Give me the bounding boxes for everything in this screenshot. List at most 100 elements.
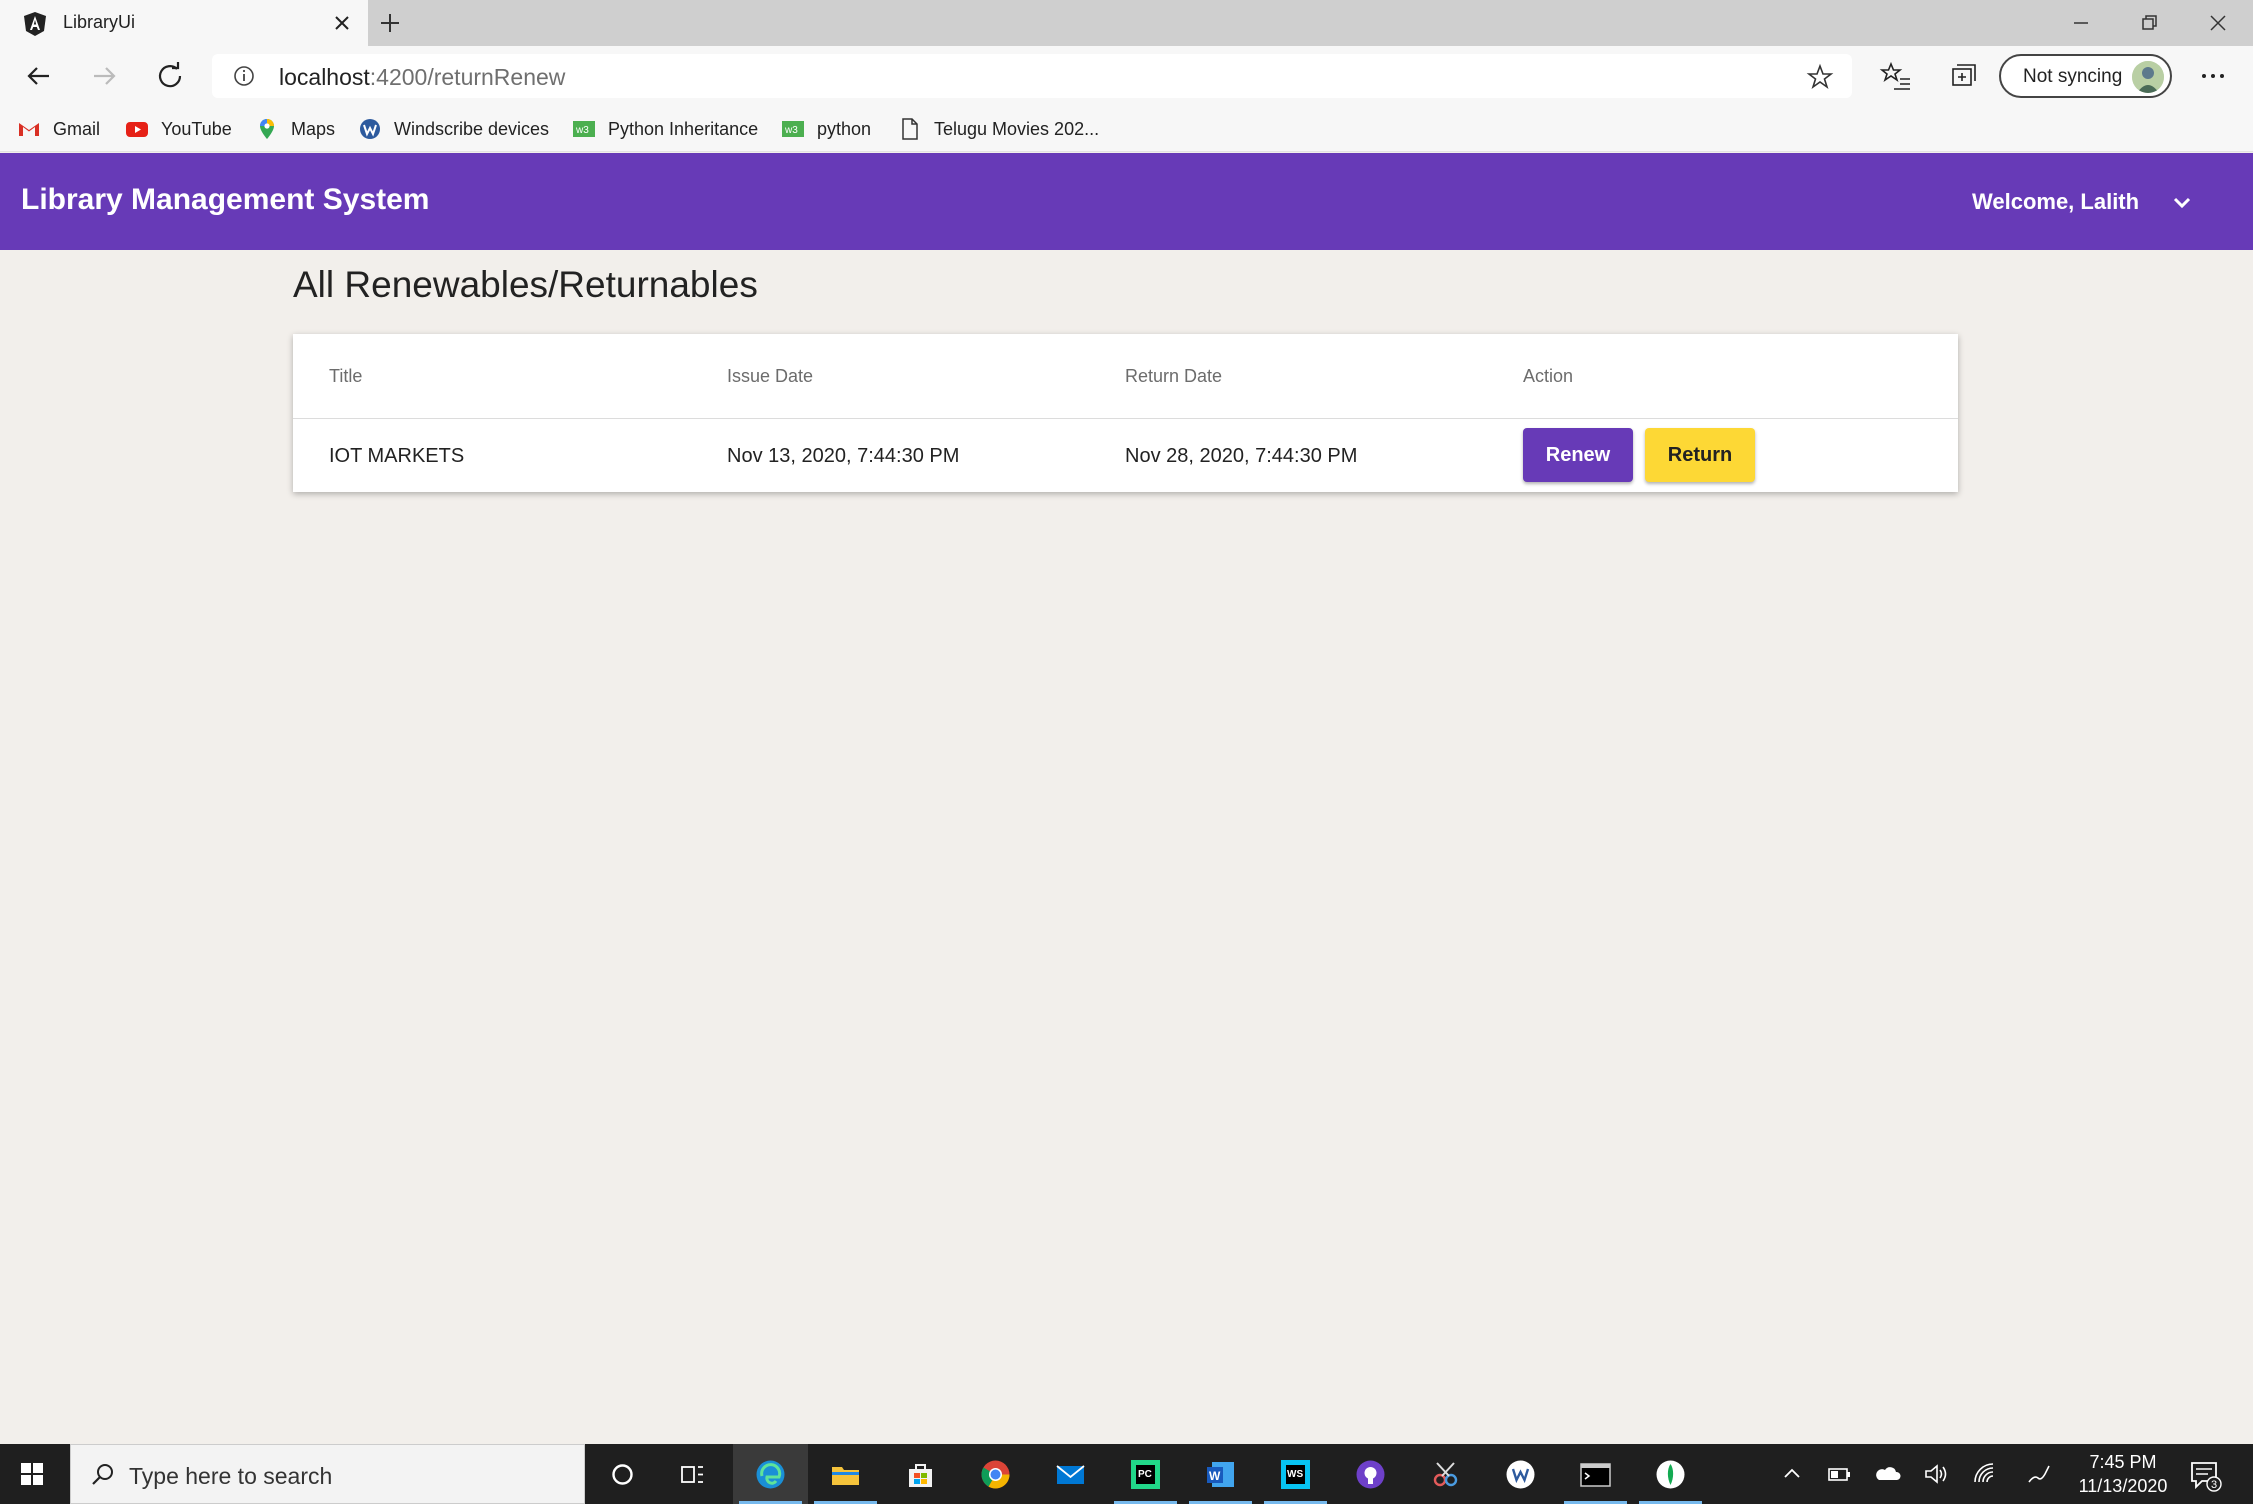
bookmark-python[interactable]: w3 python bbox=[781, 114, 871, 144]
word-icon: W bbox=[1207, 1462, 1234, 1487]
table-row: IOT MARKETS Nov 13, 2020, 7:44:30 PM Nov… bbox=[293, 419, 1958, 492]
page-icon bbox=[902, 118, 918, 140]
wifi-icon[interactable] bbox=[1971, 1460, 1999, 1488]
chevron-up-icon[interactable] bbox=[1778, 1460, 1806, 1488]
notification-icon: 3 bbox=[2191, 1462, 2222, 1492]
onedrive-icon[interactable] bbox=[1874, 1460, 1902, 1488]
collections-icon[interactable] bbox=[1945, 59, 1979, 93]
taskbar-mail[interactable] bbox=[1033, 1444, 1108, 1504]
sync-label: Not syncing bbox=[2023, 66, 2123, 87]
taskbar-store[interactable] bbox=[883, 1444, 958, 1504]
taskbar-mongodb-compass[interactable] bbox=[1633, 1444, 1708, 1504]
search-placeholder: Type here to search bbox=[129, 1463, 333, 1489]
issue-date-cell: Nov 13, 2020, 7:44:30 PM bbox=[727, 445, 960, 467]
taskbar-snip[interactable] bbox=[1408, 1444, 1483, 1504]
column-header-title: Title bbox=[329, 366, 363, 386]
column-header-return-date: Return Date bbox=[1125, 366, 1223, 386]
chrome-icon bbox=[981, 1460, 1010, 1489]
file-explorer-icon bbox=[832, 1467, 859, 1485]
pen-ink-icon[interactable] bbox=[2025, 1460, 2053, 1488]
taskbar-clock[interactable]: 7:45 PM 11/13/2020 bbox=[2068, 1450, 2178, 1498]
clock-date: 11/13/2020 bbox=[2078, 1476, 2168, 1496]
volume-icon[interactable] bbox=[1922, 1460, 1950, 1488]
battery-icon[interactable] bbox=[1825, 1460, 1853, 1488]
search-icon bbox=[92, 1464, 113, 1485]
windows-taskbar: Type here to search PC W WS 7:45 PM 11/1… bbox=[0, 1444, 2253, 1504]
site-info-icon[interactable] bbox=[232, 64, 256, 88]
windows-start-icon[interactable] bbox=[0, 1444, 70, 1504]
bookmark-maps[interactable]: Maps bbox=[255, 114, 335, 144]
profile-photo-icon bbox=[2132, 61, 2164, 93]
bookmarks-bar: Gmail YouTube Maps Windscribe devices w3… bbox=[0, 106, 2253, 152]
minimize-icon[interactable] bbox=[2066, 8, 2096, 38]
return-date-cell: Nov 28, 2020, 7:44:30 PM bbox=[1125, 445, 1358, 467]
profile-sync-button[interactable]: Not syncing bbox=[1999, 54, 2172, 98]
svg-text:PC: PC bbox=[1138, 1469, 1152, 1480]
browser-toolbar: localhost:4200/returnRenew Not syncing bbox=[0, 46, 2253, 106]
bookmark-youtube[interactable]: YouTube bbox=[125, 114, 232, 144]
mail-icon bbox=[1056, 1465, 1085, 1484]
angular-icon bbox=[24, 12, 46, 36]
gmail-icon bbox=[19, 123, 39, 136]
bookmark-python-inheritance[interactable]: w3 Python Inheritance bbox=[572, 114, 758, 144]
terminal-icon bbox=[1580, 1463, 1611, 1487]
svg-text:w3: w3 bbox=[784, 125, 798, 136]
book-title-cell: IOT MARKETS bbox=[329, 445, 465, 467]
edge-icon bbox=[756, 1460, 785, 1489]
svg-text:w3: w3 bbox=[575, 125, 589, 136]
tab-title: LibraryUi bbox=[63, 12, 136, 32]
url-text: localhost:4200/returnRenew bbox=[279, 64, 566, 90]
page-title: All Renewables/Returnables bbox=[293, 264, 758, 305]
svg-text:WS: WS bbox=[1287, 1469, 1303, 1480]
action-center-button[interactable]: 3 bbox=[2188, 1458, 2222, 1492]
favorites-icon[interactable] bbox=[1879, 59, 1913, 93]
taskbar-terminal[interactable] bbox=[1558, 1444, 1633, 1504]
taskbar-search-input[interactable]: Type here to search bbox=[70, 1444, 585, 1504]
youtube-icon bbox=[126, 122, 148, 137]
cortana-button[interactable] bbox=[585, 1444, 660, 1504]
taskbar-file-explorer[interactable] bbox=[808, 1444, 883, 1504]
w3schools-icon: w3 bbox=[782, 121, 804, 137]
back-arrow-icon[interactable] bbox=[22, 59, 56, 93]
store-icon bbox=[909, 1464, 932, 1487]
cortana-icon bbox=[612, 1464, 633, 1485]
address-bar[interactable]: localhost:4200/returnRenew bbox=[212, 54, 1852, 98]
taskbar-edge[interactable] bbox=[733, 1444, 808, 1504]
task-view-icon bbox=[681, 1466, 703, 1483]
new-tab-icon[interactable] bbox=[377, 10, 403, 36]
refresh-icon[interactable] bbox=[153, 59, 187, 93]
more-options-icon[interactable] bbox=[2196, 59, 2230, 93]
snip-icon bbox=[1433, 1462, 1458, 1487]
app-toolbar: Library Management System Welcome, Lalit… bbox=[0, 153, 2253, 250]
taskbar-windscribe[interactable] bbox=[1483, 1444, 1558, 1504]
renew-button[interactable]: Renew bbox=[1523, 428, 1633, 482]
notification-count: 3 bbox=[2211, 1479, 2217, 1491]
column-header-action: Action bbox=[1523, 366, 1574, 386]
bookmark-gmail[interactable]: Gmail bbox=[17, 114, 100, 144]
taskbar-github-desktop[interactable] bbox=[1333, 1444, 1408, 1504]
close-tab-icon[interactable] bbox=[330, 11, 354, 35]
task-view-button[interactable] bbox=[655, 1444, 730, 1504]
forward-arrow-icon[interactable] bbox=[87, 59, 121, 93]
bookmark-telugu-movies[interactable]: Telugu Movies 202... bbox=[898, 114, 1099, 144]
restore-icon[interactable] bbox=[2134, 8, 2164, 38]
favorite-star-icon[interactable] bbox=[1806, 63, 1834, 91]
taskbar-chrome[interactable] bbox=[958, 1444, 1033, 1504]
bookmark-windscribe[interactable]: Windscribe devices bbox=[358, 114, 549, 144]
app-title: Library Management System bbox=[21, 183, 430, 216]
browser-tab-strip: LibraryUi bbox=[0, 0, 2253, 46]
close-window-icon[interactable] bbox=[2203, 8, 2233, 38]
chevron-down-icon[interactable] bbox=[2166, 187, 2198, 219]
avatar bbox=[2132, 61, 2164, 93]
taskbar-pycharm[interactable]: PC bbox=[1108, 1444, 1183, 1504]
w3schools-icon: w3 bbox=[573, 121, 595, 137]
welcome-text: Welcome, Lalith bbox=[1972, 189, 2140, 214]
taskbar-webstorm[interactable]: WS bbox=[1258, 1444, 1333, 1504]
mongodb-compass-icon bbox=[1656, 1460, 1685, 1489]
webstorm-icon: WS bbox=[1281, 1460, 1310, 1489]
browser-tab[interactable]: LibraryUi bbox=[0, 0, 368, 46]
windscribe-icon bbox=[360, 119, 380, 139]
return-button[interactable]: Return bbox=[1645, 428, 1755, 482]
taskbar-word[interactable]: W bbox=[1183, 1444, 1258, 1504]
windscribe-icon bbox=[1506, 1460, 1535, 1489]
